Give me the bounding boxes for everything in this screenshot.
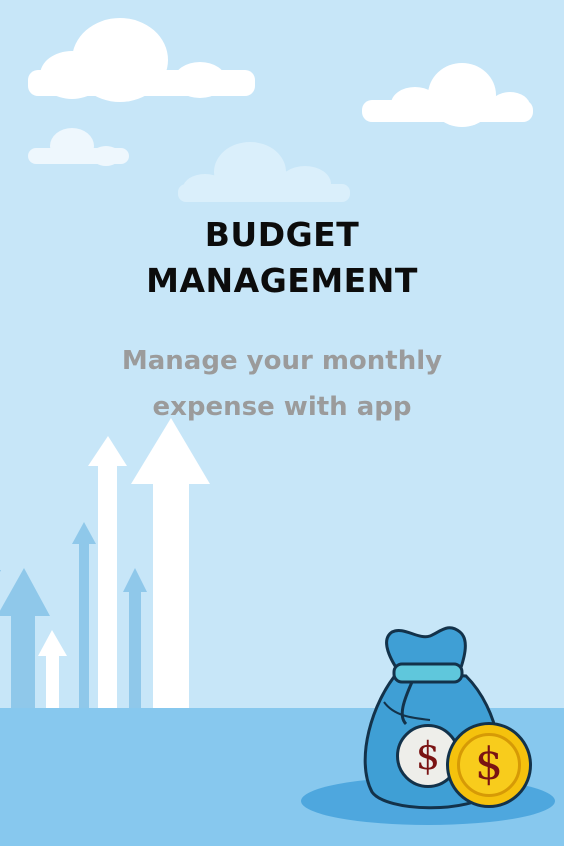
gold-coin: $	[446, 722, 532, 808]
cloud-icon	[28, 128, 129, 166]
subtitle-line: expense with app	[152, 392, 412, 422]
onboarding-screen: $ $ BUDGET MANAGEMENT Manage your monthl…	[0, 0, 564, 846]
cloud-icon	[28, 18, 255, 102]
growth-arrows-graphic	[0, 418, 210, 708]
title-line: BUDGET	[204, 215, 360, 254]
cloud-icon	[362, 63, 533, 127]
subtitle-line: Manage your monthly	[121, 346, 443, 376]
page-title: BUDGET MANAGEMENT	[0, 212, 564, 304]
page-subtitle: Manage your monthly expense with app	[0, 338, 564, 430]
dollar-sign-icon: $	[475, 739, 503, 790]
cloud-icon	[178, 142, 350, 202]
title-line: MANAGEMENT	[146, 261, 418, 300]
